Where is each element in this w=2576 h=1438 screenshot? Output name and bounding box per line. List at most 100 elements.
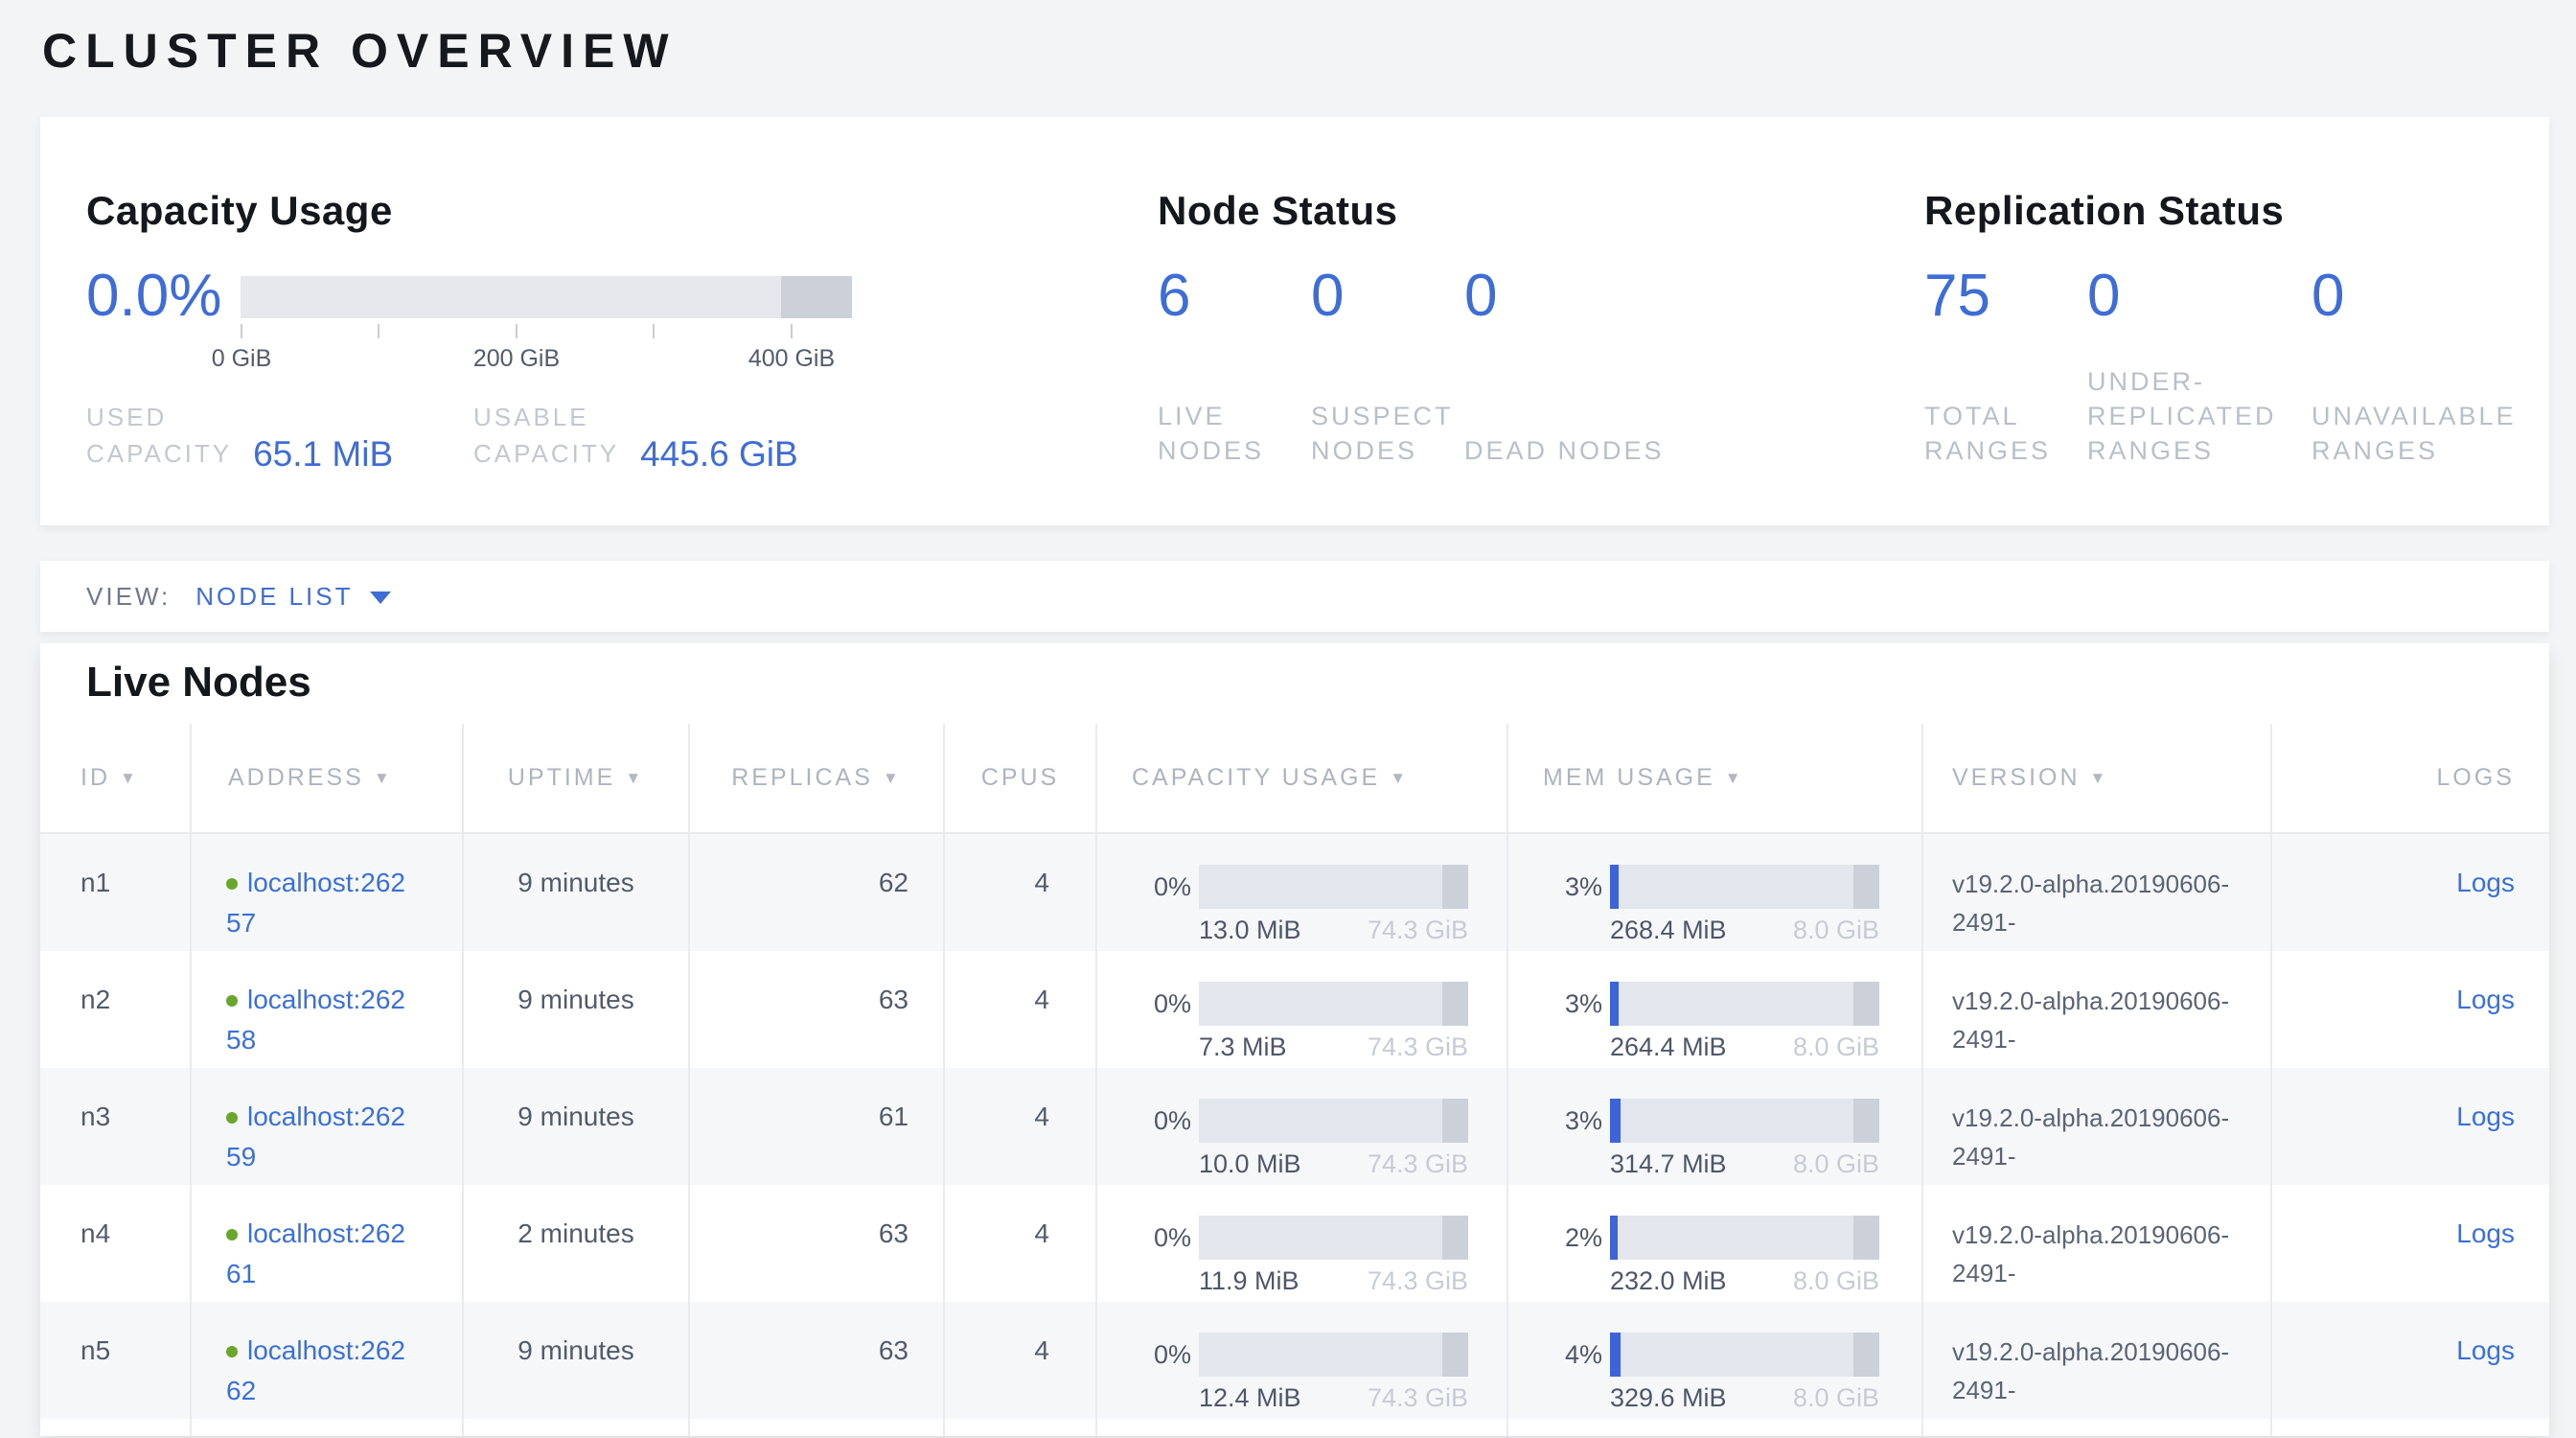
table-row <box>40 1419 2549 1436</box>
capacity-bar-reserved <box>1442 982 1468 1026</box>
mem-total-value: 8.0 GiB <box>1793 1028 1879 1066</box>
sort-descending-icon: ▼ <box>883 769 902 788</box>
mem-bar-fill <box>1610 865 1619 909</box>
capacity-gauge-axis: 0 GiB 200 GiB 400 GiB <box>241 318 852 376</box>
view-selector-bar: VIEW: NODE LIST <box>40 561 2549 632</box>
node-address-cell: localhost:26258 <box>192 951 464 1068</box>
node-address-link[interactable]: localhost:26257 <box>226 863 448 943</box>
node-address-link[interactable]: localhost:26261 <box>226 1214 448 1294</box>
node-cpus-cell: 4 <box>945 834 1097 951</box>
table-row: n3 localhost:26259 9 minutes 61 4 0% 10.… <box>40 1068 2549 1185</box>
sort-descending-icon: ▼ <box>374 769 393 788</box>
column-header-logs: LOGS <box>2272 724 2549 832</box>
view-dropdown-value: NODE LIST <box>196 582 353 612</box>
capacity-gauge-track <box>241 276 852 318</box>
column-header-version[interactable]: VERSION▼ <box>1923 724 2272 832</box>
node-status-title: Node Status <box>1158 188 1694 234</box>
capacity-bar-reserved <box>1442 1216 1468 1260</box>
column-header-address[interactable]: ADDRESS▼ <box>192 724 464 832</box>
capacity-usage-cell: 0% 12.4 MiB 74.3 GiB <box>1097 1302 1508 1419</box>
capacity-usage-bar <box>1199 982 1468 1026</box>
mem-total-value: 8.0 GiB <box>1793 1262 1879 1300</box>
axis-tick <box>516 324 518 338</box>
capacity-used-value: 11.9 MiB <box>1199 1262 1300 1300</box>
axis-tick-label: 0 GiB <box>212 345 272 373</box>
logs-link[interactable]: Logs <box>2456 985 2515 1014</box>
capacity-bar-reserved <box>1442 1099 1468 1143</box>
node-uptime-cell: 9 minutes <box>464 1068 690 1185</box>
node-version-cell: v19.2.0-alpha.20190606-2491-gfe735c9a97 <box>1923 1068 2272 1185</box>
mem-bar-reserved <box>1853 865 1879 909</box>
table-row: n1 localhost:26257 9 minutes 62 4 0% 13.… <box>40 834 2549 951</box>
logs-link[interactable]: Logs <box>2456 1102 2515 1131</box>
total-ranges-label: TOTAL RANGES <box>1924 399 2087 468</box>
axis-tick <box>378 324 380 338</box>
capacity-total-value: 74.3 GiB <box>1368 1028 1468 1066</box>
mem-usage-cell: 3% 264.4 MiB 8.0 GiB <box>1508 951 1923 1068</box>
node-uptime-cell: 2 minutes <box>464 1185 690 1302</box>
mem-percent-label: 3% <box>1541 984 1602 1024</box>
live-nodes-panel: Live Nodes ID▼ADDRESS▼UPTIME▼REPLICAS▼CP… <box>40 643 2549 1436</box>
mem-used-value: 314.7 MiB <box>1610 1145 1727 1183</box>
view-label: VIEW: <box>86 582 171 612</box>
mem-usage-cell: 3% 268.4 MiB 8.0 GiB <box>1508 834 1923 951</box>
mem-usage-cell: 3% 314.7 MiB 8.0 GiB <box>1508 1068 1923 1185</box>
mem-percent-label: 3% <box>1541 1101 1602 1141</box>
mem-bar-reserved <box>1853 982 1879 1026</box>
replication-stats: 75 TOTAL RANGES 0 UNDER-REPLICATED RANGE… <box>1924 263 2553 468</box>
mem-percent-label: 3% <box>1541 867 1602 907</box>
capacity-percent-label: 0% <box>1130 1101 1191 1141</box>
logs-link[interactable]: Logs <box>2456 1218 2515 1248</box>
column-header-uptime[interactable]: UPTIME▼ <box>464 724 690 832</box>
node-version-cell: v19.2.0-alpha.20190606-2491-gfe735c9a97 <box>1923 834 2272 951</box>
node-address-link[interactable]: localhost:26262 <box>226 1331 448 1411</box>
capacity-usage-section: Capacity Usage 0.0% 0 GiB 20 <box>86 188 1102 472</box>
node-logs-cell: Logs <box>2272 1302 2549 1419</box>
node-replicas-cell: 61 <box>690 1068 945 1185</box>
capacity-usage-cell: 0% 10.0 MiB 74.3 GiB <box>1097 1068 1508 1185</box>
mem-usage-bar <box>1610 1333 1879 1377</box>
capacity-usage-bar <box>1199 865 1468 909</box>
node-cpus-cell: 4 <box>945 951 1097 1068</box>
mem-total-value: 8.0 GiB <box>1793 911 1879 949</box>
column-header-capacity-usage[interactable]: CAPACITY USAGE▼ <box>1097 724 1508 832</box>
mem-total-value: 8.0 GiB <box>1793 1379 1879 1417</box>
table-row: n5 localhost:26262 9 minutes 63 4 0% 12.… <box>40 1302 2549 1419</box>
table-body: n1 localhost:26257 9 minutes 62 4 0% 13.… <box>40 834 2549 1436</box>
capacity-bar-reserved <box>1442 1333 1468 1377</box>
column-header-replicas[interactable]: REPLICAS▼ <box>690 724 945 832</box>
total-ranges-count: 75 <box>1924 263 2087 330</box>
node-cpus-cell: 4 <box>945 1068 1097 1185</box>
node-live-dot-icon <box>226 995 238 1007</box>
dead-nodes-count: 0 <box>1464 263 1694 330</box>
suspect-nodes-count: 0 <box>1311 263 1464 330</box>
replication-status-title: Replication Status <box>1924 188 2553 234</box>
node-id-cell <box>40 1419 192 1436</box>
capacity-usage-bar <box>1199 1333 1468 1377</box>
node-uptime-cell: 9 minutes <box>464 951 690 1068</box>
node-address-link[interactable]: localhost:26259 <box>226 1097 448 1177</box>
node-live-dot-icon <box>226 1229 238 1241</box>
capacity-stats: USED CAPACITY 65.1 MiB USABLE CAPACITY 4… <box>86 399 1102 472</box>
mem-bar-fill <box>1610 1333 1621 1377</box>
axis-tick-label: 200 GiB <box>473 345 560 373</box>
column-header-id[interactable]: ID▼ <box>40 724 192 832</box>
mem-bar-fill <box>1610 1216 1618 1260</box>
capacity-total-value: 74.3 GiB <box>1368 1379 1468 1417</box>
table-header-row: ID▼ADDRESS▼UPTIME▼REPLICAS▼CPUSCAPACITY … <box>40 724 2549 834</box>
logs-link[interactable]: Logs <box>2456 868 2515 897</box>
column-header-cpus: CPUS <box>945 724 1097 832</box>
column-header-mem-usage[interactable]: MEM USAGE▼ <box>1508 724 1923 832</box>
capacity-bar-reserved <box>1442 865 1468 909</box>
node-address-link[interactable]: localhost:26258 <box>226 980 448 1060</box>
axis-tick-label: 400 GiB <box>748 345 835 373</box>
logs-link[interactable]: Logs <box>2456 1335 2515 1365</box>
replication-status-section: Replication Status 75 TOTAL RANGES 0 UND… <box>1924 188 2553 468</box>
mem-used-value: 264.4 MiB <box>1610 1028 1727 1066</box>
capacity-percent-label: 0% <box>1130 984 1191 1024</box>
usable-capacity-label: USABLE CAPACITY <box>473 399 619 472</box>
node-logs-cell: Logs <box>2272 1068 2549 1185</box>
node-address-cell: localhost:26261 <box>192 1185 464 1302</box>
mem-usage-cell: 2% 232.0 MiB 8.0 GiB <box>1508 1185 1923 1302</box>
view-dropdown[interactable]: NODE LIST <box>196 582 391 612</box>
